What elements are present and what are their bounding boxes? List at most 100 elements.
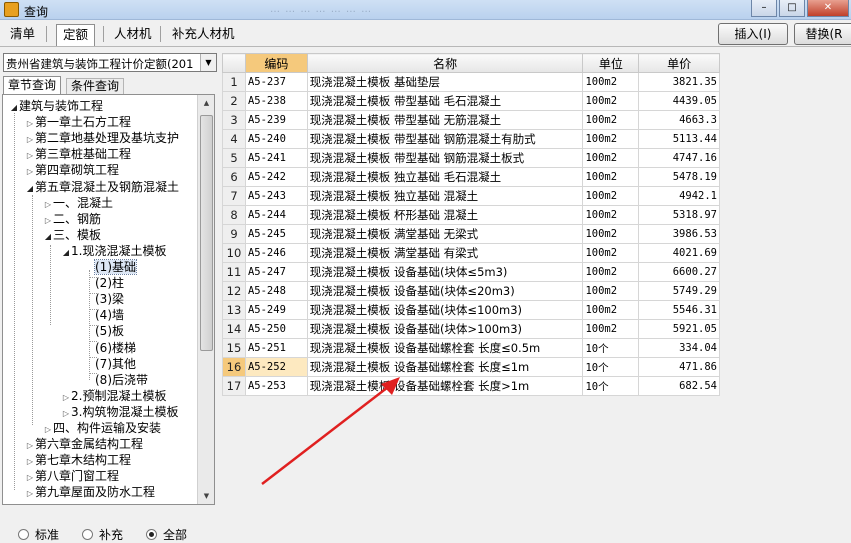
name-cell[interactable]: 现浇混凝土模板 设备基础(块体≤100m3) [306, 300, 584, 320]
name-cell[interactable]: 现浇混凝土模板 设备基础螺栓套 长度>1m [306, 376, 584, 396]
expanded-triangle-icon[interactable]: ◢ [61, 245, 71, 261]
name-cell[interactable]: 现浇混凝土模板 设备基础(块体≤20m3) [306, 281, 584, 301]
quota-library-select[interactable]: 贵州省建筑与装饰工程计价定额(201 ▼ [3, 53, 217, 72]
row-number-cell[interactable]: 12 [222, 281, 246, 301]
tree-node[interactable]: ▷ 第三章桩基础工程 [25, 146, 131, 162]
price-cell[interactable]: 5478.19 [638, 167, 720, 187]
unit-cell[interactable]: 100m2 [582, 281, 640, 301]
unit-cell[interactable]: 100m2 [582, 72, 640, 92]
tree-node[interactable]: ◢ 第五章混凝土及钢筋混凝土 [25, 179, 179, 195]
radio-standard[interactable]: 标准 [18, 526, 59, 543]
code-cell[interactable]: A5-243 [244, 186, 308, 206]
tree-node[interactable]: (2)柱 [85, 275, 124, 291]
unit-cell[interactable]: 100m2 [582, 91, 640, 111]
tree-node[interactable]: ▷ 第二章地基处理及基坑支护 [25, 130, 179, 146]
price-cell[interactable]: 6600.27 [638, 262, 720, 282]
price-cell[interactable]: 5113.44 [638, 129, 720, 149]
table-row[interactable]: 9 A5-245 现浇混凝土模板 满堂基础 无梁式 100m2 3986.53 [222, 224, 720, 244]
code-cell[interactable]: A5-242 [244, 167, 308, 187]
radio-all[interactable]: 全部 [146, 526, 187, 543]
collapsed-triangle-icon[interactable]: ▷ [25, 486, 35, 502]
tree-node[interactable]: ▷ 第九章屋面及防水工程 [25, 484, 155, 500]
tab-supplementary-lmm[interactable]: 补充人材机 [166, 24, 241, 46]
unit-cell[interactable]: 100m2 [582, 148, 640, 168]
price-cell[interactable]: 471.86 [638, 357, 720, 377]
table-row[interactable]: 1 A5-237 现浇混凝土模板 基础垫层 100m2 3821.35 [222, 72, 720, 92]
scroll-thumb[interactable] [200, 115, 213, 351]
tree-node[interactable]: ▷ 二、钢筋 [43, 211, 101, 227]
unit-cell[interactable]: 10个 [582, 338, 640, 358]
unit-cell[interactable]: 100m2 [582, 224, 640, 244]
tab-bill[interactable]: 清单 [4, 24, 41, 46]
column-header-rownum[interactable] [222, 53, 246, 73]
code-cell[interactable]: A5-245 [244, 224, 308, 244]
price-cell[interactable]: 5546.31 [638, 300, 720, 320]
code-cell[interactable]: A5-248 [244, 281, 308, 301]
tree-node[interactable]: (5)板 [85, 323, 124, 339]
table-row[interactable]: 14 A5-250 现浇混凝土模板 设备基础(块体>100m3) 100m2 5921.… [222, 319, 720, 339]
table-row[interactable]: 12 A5-248 现浇混凝土模板 设备基础(块体≤20m3) 100m2 5749.2… [222, 281, 720, 301]
row-number-cell[interactable]: 17 [222, 376, 246, 396]
tree-node[interactable]: ◢ 三、模板 [43, 227, 101, 243]
minimize-button[interactable]: – [751, 0, 777, 17]
table-row[interactable]: 17 A5-253 现浇混凝土模板 设备基础螺栓套 长度>1m 10个 682.54 [222, 376, 720, 396]
table-row[interactable]: 5 A5-241 现浇混凝土模板 带型基础 钢筋混凝土板式 100m2 4747.16 [222, 148, 720, 168]
tree-node[interactable]: ◢ 建筑与装饰工程 [9, 98, 103, 114]
table-row[interactable]: 8 A5-244 现浇混凝土模板 杯形基础 混凝土 100m2 5318.97 [222, 205, 720, 225]
name-cell[interactable]: 现浇混凝土模板 带型基础 毛石混凝土 [306, 91, 584, 111]
row-number-cell[interactable]: 13 [222, 300, 246, 320]
code-cell[interactable]: A5-253 [244, 376, 308, 396]
table-row[interactable]: 3 A5-239 现浇混凝土模板 带型基础 无筋混凝土 100m2 4663.3 [222, 110, 720, 130]
radio-supplement[interactable]: 补充 [82, 526, 123, 543]
maximize-button[interactable]: □ [779, 0, 805, 17]
name-cell[interactable]: 现浇混凝土模板 独立基础 混凝土 [306, 186, 584, 206]
column-header-unit[interactable]: 单位 [582, 53, 640, 73]
row-number-cell[interactable]: 15 [222, 338, 246, 358]
table-row[interactable]: 11 A5-247 现浇混凝土模板 设备基础(块体≤5m3) 100m2 6600.27 [222, 262, 720, 282]
table-row[interactable]: 15 A5-251 现浇混凝土模板 设备基础螺栓套 长度≤0.5m 10个 334.04 [222, 338, 720, 358]
tab-chapter-query[interactable]: 章节查询 [3, 76, 62, 94]
row-number-cell[interactable]: 2 [222, 91, 246, 111]
code-cell[interactable]: A5-237 [244, 72, 308, 92]
code-cell[interactable]: A5-251 [244, 338, 308, 358]
unit-cell[interactable]: 100m2 [582, 186, 640, 206]
name-cell[interactable]: 现浇混凝土模板 设备基础螺栓套 长度≤1m [306, 357, 584, 377]
name-cell[interactable]: 现浇混凝土模板 设备基础螺栓套 长度≤0.5m [306, 338, 584, 358]
table-row[interactable]: 6 A5-242 现浇混凝土模板 独立基础 毛石混凝土 100m2 5478.19 [222, 167, 720, 187]
row-number-cell[interactable]: 10 [222, 243, 246, 263]
price-cell[interactable]: 4021.69 [638, 243, 720, 263]
name-cell[interactable]: 现浇混凝土模板 设备基础(块体>100m3) [306, 319, 584, 339]
price-cell[interactable]: 3821.35 [638, 72, 720, 92]
price-cell[interactable]: 3986.53 [638, 224, 720, 244]
name-cell[interactable]: 现浇混凝土模板 杯形基础 混凝土 [306, 205, 584, 225]
table-row[interactable]: 16 A5-252 现浇混凝土模板 设备基础螺栓套 长度≤1m 10个 471.86 [222, 357, 720, 377]
column-header-code[interactable]: 编码 [244, 53, 308, 73]
tree-node[interactable]: (1)基础 [85, 259, 137, 275]
chevron-down-icon[interactable]: ▼ [200, 54, 216, 71]
column-header-price[interactable]: 单价 [638, 53, 720, 73]
price-cell[interactable]: 4663.3 [638, 110, 720, 130]
row-number-cell[interactable]: 5 [222, 148, 246, 168]
row-number-cell[interactable]: 16 [222, 357, 246, 377]
row-number-cell[interactable]: 3 [222, 110, 246, 130]
tab-quota[interactable]: 定额 [56, 24, 96, 46]
code-cell[interactable]: A5-244 [244, 205, 308, 225]
tree-node[interactable]: ▷ 四、构件运输及安装 [43, 420, 161, 436]
unit-cell[interactable]: 10个 [582, 357, 640, 377]
tree-node[interactable]: (6)楼梯 [85, 340, 136, 356]
unit-cell[interactable]: 100m2 [582, 243, 640, 263]
insert-button[interactable]: 插入(I) [718, 23, 788, 45]
unit-cell[interactable]: 100m2 [582, 262, 640, 282]
row-number-cell[interactable]: 6 [222, 167, 246, 187]
tree-node[interactable]: ▷ 第七章木结构工程 [25, 452, 131, 468]
code-cell[interactable]: A5-238 [244, 91, 308, 111]
row-number-cell[interactable]: 1 [222, 72, 246, 92]
unit-cell[interactable]: 100m2 [582, 167, 640, 187]
table-row[interactable]: 7 A5-243 现浇混凝土模板 独立基础 混凝土 100m2 4942.1 [222, 186, 720, 206]
tab-labor-material-machine[interactable]: 人材机 [108, 24, 158, 46]
name-cell[interactable]: 现浇混凝土模板 带型基础 钢筋混凝土有肋式 [306, 129, 584, 149]
unit-cell[interactable]: 100m2 [582, 300, 640, 320]
row-number-cell[interactable]: 7 [222, 186, 246, 206]
tree-node[interactable]: (7)其他 [85, 356, 136, 372]
price-cell[interactable]: 334.04 [638, 338, 720, 358]
